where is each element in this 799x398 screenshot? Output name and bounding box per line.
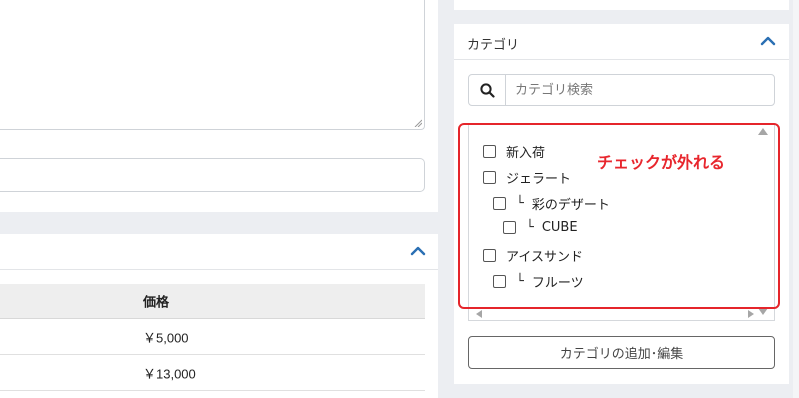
- resize-grip-icon[interactable]: [414, 119, 422, 127]
- table-header-row: 価格: [0, 284, 425, 319]
- right-top-card-edge: [454, 0, 789, 10]
- scroll-down-arrow-icon[interactable]: [758, 308, 768, 315]
- description-textarea[interactable]: [0, 0, 425, 130]
- category-search: [468, 74, 775, 106]
- price-column-header: 価格: [143, 294, 170, 310]
- chevron-up-icon[interactable]: [760, 36, 776, 46]
- chevron-up-icon[interactable]: [410, 246, 426, 256]
- add-edit-category-button[interactable]: カテゴリの追加･編集: [468, 336, 775, 369]
- left-form-card: [0, 0, 438, 212]
- category-search-input[interactable]: [506, 75, 774, 105]
- price-cell: ￥13,000: [143, 366, 196, 381]
- annotation-text: チェックが外れる: [597, 153, 726, 172]
- table-row: ￥13,000: [0, 355, 425, 391]
- scroll-right-arrow-icon[interactable]: [748, 310, 754, 318]
- search-icon: [479, 82, 495, 98]
- search-button[interactable]: [469, 75, 506, 105]
- table-row: ￥5,000: [0, 319, 425, 355]
- left-table-card: 価格 ￥5,000 ￥13,000: [0, 234, 438, 398]
- price-table: 価格 ￥5,000 ￥13,000: [0, 284, 425, 391]
- left-table-card-header: [0, 234, 438, 270]
- page-scrollbar-edge: [793, 0, 799, 398]
- category-panel-header[interactable]: カテゴリ: [454, 24, 789, 60]
- scroll-left-arrow-icon[interactable]: [476, 310, 482, 318]
- text-input-field[interactable]: [0, 158, 425, 192]
- category-panel-title: カテゴリ: [467, 38, 520, 53]
- price-cell: ￥5,000: [143, 330, 189, 345]
